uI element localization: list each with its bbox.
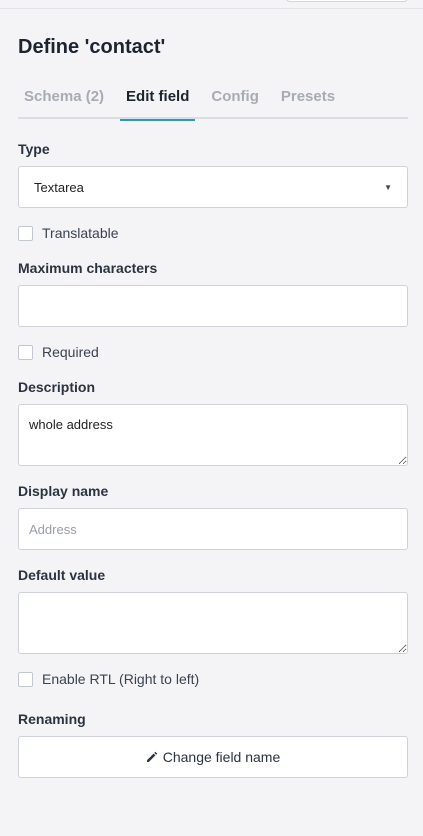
description-textarea[interactable]: whole address (18, 404, 408, 466)
rtl-label: Enable RTL (Right to left) (42, 671, 200, 687)
required-label: Required (42, 344, 99, 360)
translatable-checkbox-row[interactable]: Translatable (18, 225, 119, 241)
top-bar (0, 0, 423, 9)
tab-schema[interactable]: Schema (2) (18, 82, 110, 119)
top-bar-button[interactable] (286, 0, 408, 2)
translatable-label: Translatable (42, 225, 119, 241)
max-chars-input[interactable] (18, 285, 408, 327)
display-name-label: Display name (18, 483, 109, 499)
translatable-checkbox[interactable] (18, 225, 33, 241)
type-label: Type (18, 141, 50, 157)
change-field-name-button[interactable]: Change field name (18, 736, 408, 778)
page-title: Define 'contact' (18, 36, 166, 58)
tab-presets[interactable]: Presets (275, 82, 341, 119)
change-field-name-label: Change field name (162, 749, 281, 765)
max-chars-label: Maximum characters (18, 260, 158, 276)
tab-bar: Schema (2) Edit field Config Presets (18, 82, 408, 121)
description-label: Description (18, 379, 96, 395)
required-checkbox[interactable] (18, 344, 33, 360)
required-checkbox-row[interactable]: Required (18, 344, 99, 360)
tab-edit-field[interactable]: Edit field (120, 82, 196, 121)
default-value-textarea[interactable] (18, 592, 408, 654)
tab-config[interactable]: Config (205, 82, 264, 119)
pencil-icon (146, 751, 158, 763)
display-name-input[interactable] (18, 508, 408, 550)
rtl-checkbox[interactable] (18, 671, 33, 687)
type-select-value: Textarea (34, 179, 84, 195)
type-select[interactable]: Textarea ▼ (18, 166, 408, 208)
rtl-checkbox-row[interactable]: Enable RTL (Right to left) (18, 671, 199, 687)
caret-down-icon: ▼ (384, 182, 392, 192)
renaming-label: Renaming (18, 711, 86, 727)
default-value-label: Default value (18, 567, 106, 583)
